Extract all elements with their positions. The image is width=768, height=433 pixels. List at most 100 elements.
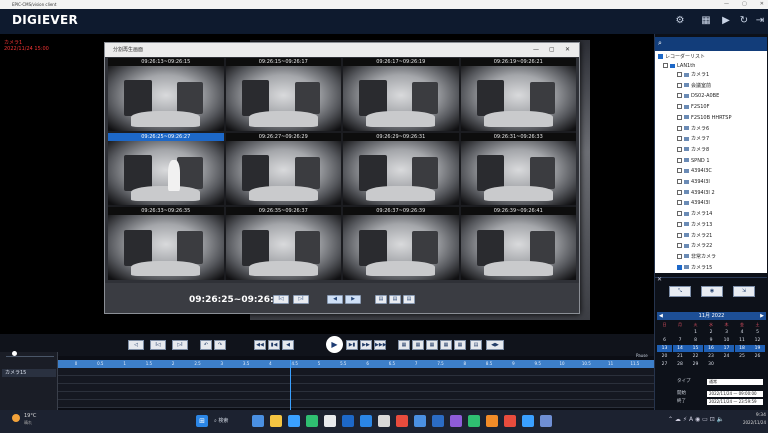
- calendar-day[interactable]: 12: [750, 337, 765, 344]
- calendar-day[interactable]: [657, 329, 672, 336]
- tree-camera-item[interactable]: 4394I3I: [677, 178, 710, 186]
- camera-checkbox[interactable]: [677, 136, 682, 142]
- edge-icon[interactable]: [288, 415, 300, 427]
- tree-camera-item[interactable]: カメラ14: [677, 210, 712, 218]
- layout-9-button[interactable]: ▦: [426, 340, 438, 350]
- calendar-day[interactable]: 19: [750, 345, 765, 352]
- app-icon[interactable]: [540, 415, 552, 427]
- calendar-day[interactable]: 22: [688, 353, 703, 360]
- calendar-day[interactable]: 20: [657, 353, 672, 360]
- powerpoint-icon[interactable]: [396, 415, 408, 427]
- layout-4x4-button[interactable]: ▤: [403, 295, 415, 304]
- word-icon[interactable]: [342, 415, 354, 427]
- tree-camera-item[interactable]: カメラ7: [677, 135, 709, 143]
- office-icon[interactable]: [504, 415, 516, 427]
- calendar-day[interactable]: [735, 361, 750, 368]
- tray-icons[interactable]: ⌃ ☁ ⚡ A ◉ ▭ ⊡ 🔈: [668, 416, 724, 423]
- taskbar-search[interactable]: ⌕ 検索: [214, 416, 242, 426]
- camera-checkbox[interactable]: [677, 264, 682, 270]
- segment-prev-button[interactable]: I◁: [273, 295, 289, 304]
- camera-checkbox[interactable]: [677, 157, 682, 163]
- calendar-day[interactable]: 1: [688, 329, 703, 336]
- chrome-icon[interactable]: [468, 415, 480, 427]
- tree-camera-item[interactable]: 4394I3I: [677, 199, 710, 207]
- calendar-day[interactable]: 4: [735, 329, 750, 336]
- playback-tile[interactable]: 09:26:31~09:26:33: [460, 132, 576, 206]
- layout-16-button[interactable]: ▦: [440, 340, 452, 350]
- calendar-day[interactable]: 29: [688, 361, 703, 368]
- calendar-prev-icon[interactable]: ◀: [659, 312, 663, 320]
- dialog-maximize-button[interactable]: ▢: [549, 43, 555, 57]
- tree-camera-item[interactable]: カメラ21: [677, 232, 712, 240]
- task-view-icon[interactable]: [252, 415, 264, 427]
- onenote-icon[interactable]: [450, 415, 462, 427]
- camera-checkbox[interactable]: [677, 114, 682, 120]
- ptz-button[interactable]: ⤡: [669, 286, 691, 297]
- calendar-day[interactable]: 26: [750, 353, 765, 360]
- photos-icon[interactable]: [522, 415, 534, 427]
- group-checkbox[interactable]: [663, 63, 668, 68]
- play-button[interactable]: ▶: [326, 336, 343, 353]
- store-icon[interactable]: [324, 415, 336, 427]
- calendar-day[interactable]: 21: [673, 353, 688, 360]
- export-button[interactable]: ⇲: [733, 286, 755, 297]
- camera-checkbox[interactable]: [677, 146, 682, 152]
- zoom-slider-handle[interactable]: [12, 351, 17, 356]
- tree-camera-item[interactable]: カメラ6: [677, 125, 709, 133]
- frame-forward-button[interactable]: ▶▮: [346, 340, 358, 350]
- layout-3x3-button[interactable]: ▤: [389, 295, 401, 304]
- calendar-day[interactable]: 6: [657, 337, 672, 344]
- calendar-day[interactable]: 24: [719, 353, 734, 360]
- calendar-day[interactable]: [673, 329, 688, 336]
- camera-checkbox[interactable]: [677, 72, 682, 77]
- camera-checkbox[interactable]: [677, 93, 682, 99]
- tree-camera-item[interactable]: 4394I3C: [677, 167, 712, 175]
- timeline-track[interactable]: [58, 400, 654, 408]
- tree-camera-item[interactable]: SPND 1: [677, 157, 710, 165]
- tree-camera-item[interactable]: 非常カメラ: [677, 253, 716, 261]
- playback-icon[interactable]: ▶: [720, 15, 732, 27]
- tree-camera-item[interactable]: 会議室前: [677, 82, 711, 90]
- fastest-forward-button[interactable]: ▶▶▶: [374, 340, 387, 350]
- playback-tile[interactable]: 09:26:27~09:26:29: [225, 132, 341, 206]
- calendar-day[interactable]: 30: [704, 361, 719, 368]
- camera-checkbox[interactable]: [677, 82, 682, 88]
- redo-button[interactable]: ↷: [214, 340, 226, 350]
- frame-back-button[interactable]: ▮◀: [268, 340, 280, 350]
- calendar-day[interactable]: 2: [704, 329, 719, 336]
- tree-camera-item[interactable]: 4394I3I 2: [677, 189, 715, 197]
- camera-checkbox[interactable]: [677, 168, 682, 174]
- tree-group[interactable]: LAN1th: [663, 62, 695, 70]
- timeline-track[interactable]: [58, 376, 654, 384]
- timeline-ruler[interactable]: 0 0.5 1 1.5 2 2.5 3 3.5 4 4.5 5 5.5 6 6.5 7 7.5 8 8.5 9 9.5…: [58, 360, 662, 368]
- end-datetime-field[interactable]: 2022/11/24 — 23:59:59: [707, 399, 763, 405]
- calendar-day[interactable]: 27: [657, 361, 672, 368]
- network-icon[interactable]: [432, 415, 444, 427]
- calendar-day[interactable]: 15: [688, 345, 703, 352]
- snapshot-button[interactable]: ◉: [701, 286, 723, 297]
- camera-checkbox[interactable]: [677, 189, 682, 195]
- tree-camera-item[interactable]: F2S10B HHRTSP: [677, 114, 732, 122]
- calendar-day[interactable]: 8: [688, 337, 703, 344]
- fast-rewind-button[interactable]: ◀◀: [254, 340, 266, 350]
- mail-icon[interactable]: [414, 415, 426, 427]
- maximize-button[interactable]: ▢: [742, 0, 747, 9]
- outlook-icon[interactable]: [360, 415, 372, 427]
- calendar-day[interactable]: 23: [704, 353, 719, 360]
- firefox-icon[interactable]: [486, 415, 498, 427]
- tree-camera-item[interactable]: カメラ13: [677, 221, 712, 229]
- calendar-day[interactable]: 16: [703, 345, 719, 352]
- playback-tile[interactable]: 09:26:19~09:26:21: [460, 58, 576, 131]
- segment-next-button[interactable]: ▷I: [293, 295, 309, 304]
- file-explorer-icon[interactable]: [270, 415, 282, 427]
- tree-camera-item[interactable]: DS02-A0BE: [677, 92, 719, 100]
- tree-camera-item[interactable]: カメラ22: [677, 242, 712, 250]
- gear-icon[interactable]: ⚙: [674, 15, 686, 27]
- dialog-play-button[interactable]: ▶: [345, 295, 361, 304]
- playback-tile[interactable]: 09:26:35~09:26:37: [225, 207, 341, 280]
- layout-4-button[interactable]: ▦: [412, 340, 424, 350]
- camera-checkbox[interactable]: [677, 200, 682, 206]
- start-icon[interactable]: ⊞: [196, 415, 208, 427]
- teams-icon[interactable]: [306, 415, 318, 427]
- camera-checkbox[interactable]: [677, 125, 682, 131]
